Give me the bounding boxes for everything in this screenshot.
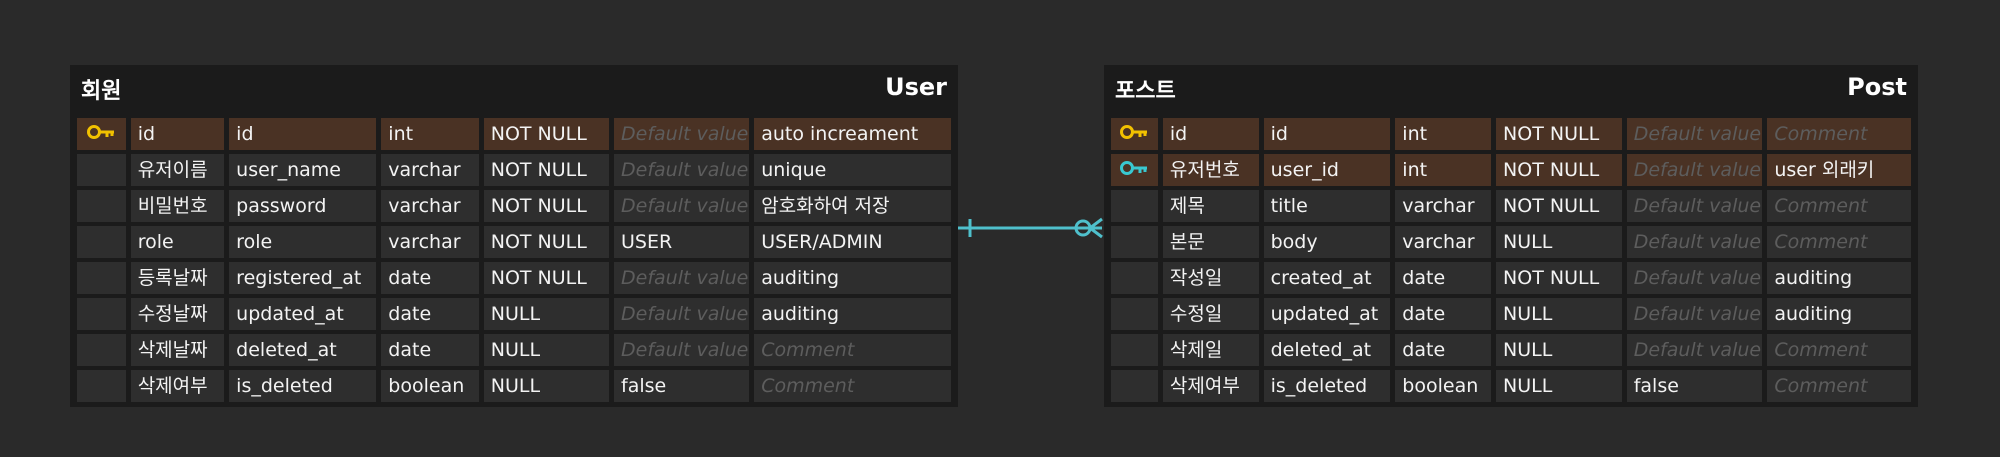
many-cardinality-crowfoot [1089, 217, 1103, 239]
relationship-connector[interactable] [0, 0, 2000, 457]
